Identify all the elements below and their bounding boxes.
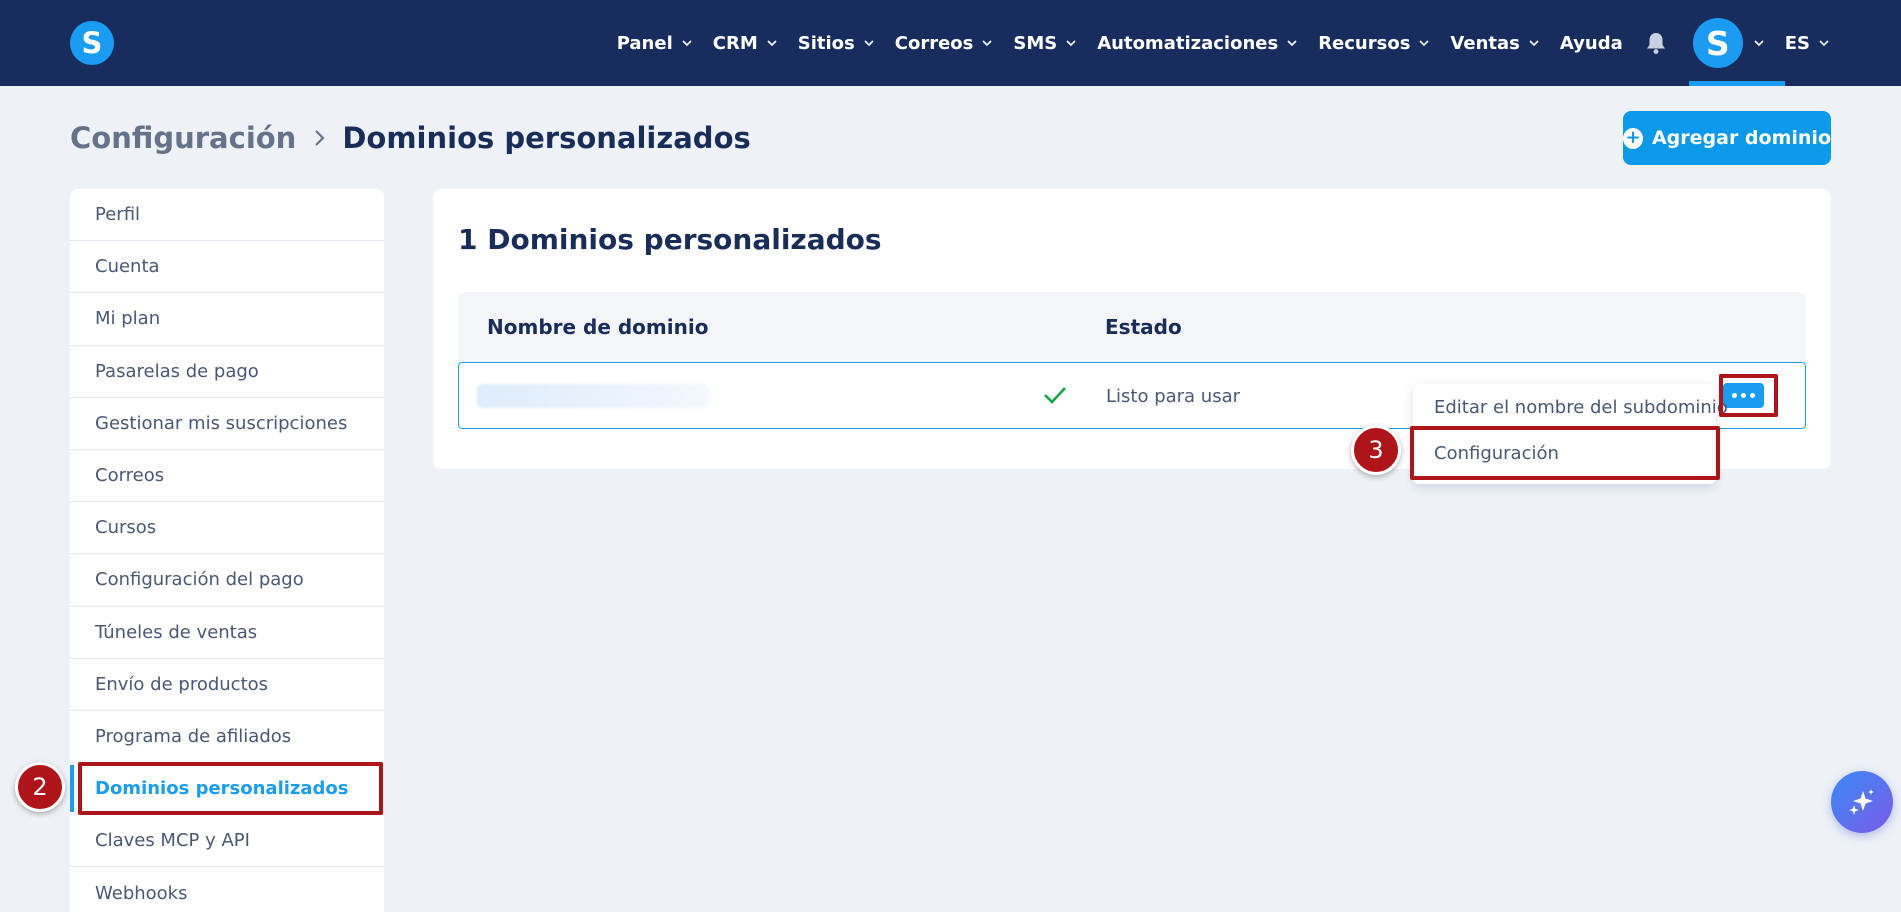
main-menu: Panel CRM Sitios Correos SMS Automatizac…	[596, 0, 1829, 86]
chevron-down-icon	[982, 40, 992, 47]
nav-ayuda-label: Ayuda	[1559, 32, 1623, 54]
chevron-down-icon	[767, 40, 777, 47]
nav-sitios[interactable]: Sitios	[798, 33, 874, 54]
checkmark-icon	[1044, 387, 1066, 404]
sidebar-item-tuneles-de-ventas[interactable]: Túneles de ventas	[70, 607, 384, 659]
add-domain-label: Agregar dominio	[1651, 127, 1831, 149]
chevron-down-icon	[1754, 40, 1764, 47]
nav-panel-label: Panel	[616, 32, 673, 54]
user-menu[interactable]: S	[1688, 0, 1785, 86]
step-badge-2: 2	[15, 762, 65, 812]
chevron-down-icon	[864, 40, 874, 47]
language-selector[interactable]: ES	[1785, 33, 1829, 54]
status-text: Listo para usar	[1106, 386, 1241, 407]
nav-correos[interactable]: Correos	[895, 33, 993, 54]
chevron-down-icon	[682, 40, 692, 47]
sidebar-item-cuenta[interactable]: Cuenta	[70, 241, 384, 294]
nav-ayuda[interactable]: Ayuda	[1560, 33, 1623, 54]
bell-icon[interactable]	[1645, 31, 1667, 55]
nav-sms[interactable]: SMS	[1013, 33, 1076, 54]
sidebar-item-perfil[interactable]: Perfil	[70, 189, 384, 242]
sidebar-item-webhooks[interactable]: Webhooks	[70, 867, 384, 912]
nav-automatizaciones[interactable]: Automatizaciones	[1097, 33, 1297, 54]
language-label: ES	[1784, 32, 1810, 54]
top-nav: S Panel CRM Sitios Correos SMS Automatiz…	[0, 0, 1901, 86]
sparkles-icon	[1849, 789, 1874, 815]
sidebar-item-claves-mcp-api[interactable]: Claves MCP y API	[70, 815, 384, 868]
plus-circle-icon: +	[1623, 127, 1643, 149]
breadcrumb: Configuración Dominios personalizados	[70, 118, 751, 158]
nav-sitios-label: Sitios	[797, 32, 855, 54]
sidebar-item-mi-plan[interactable]: Mi plan	[70, 293, 384, 346]
nav-panel[interactable]: Panel	[617, 33, 692, 54]
nav-recursos-label: Recursos	[1318, 32, 1411, 54]
chevron-down-icon	[1419, 40, 1429, 47]
nav-recursos[interactable]: Recursos	[1318, 33, 1429, 54]
chevron-right-icon	[315, 130, 325, 146]
domain-name-redacted	[477, 384, 709, 408]
column-header-domain: Nombre de dominio	[487, 315, 709, 339]
avatar[interactable]: S	[1692, 18, 1743, 68]
ai-assistant-button[interactable]	[1831, 771, 1893, 833]
highlight-box-menu-item	[1410, 426, 1720, 480]
page-title: Dominios personalizados	[342, 121, 751, 155]
highlight-box-actions	[1719, 374, 1778, 417]
sidebar-item-suscripciones[interactable]: Gestionar mis suscripciones	[70, 398, 384, 450]
add-domain-button[interactable]: + Agregar dominio	[1623, 111, 1831, 165]
nav-correos-label: Correos	[894, 32, 974, 54]
highlight-box-sidebar	[78, 762, 383, 815]
nav-ventas-label: Ventas	[1450, 32, 1520, 54]
sidebar-item-correos[interactable]: Correos	[70, 450, 384, 503]
app-logo[interactable]: S	[70, 21, 114, 65]
breadcrumb-root[interactable]: Configuración	[70, 121, 296, 155]
chevron-down-icon	[1819, 40, 1829, 47]
sidebar-item-pasarelas-de-pago[interactable]: Pasarelas de pago	[70, 346, 384, 398]
step-badge-3: 3	[1351, 425, 1401, 475]
sidebar-item-envio-de-productos[interactable]: Envío de productos	[70, 659, 384, 711]
column-header-status: Estado	[1105, 315, 1182, 339]
active-indicator	[1688, 81, 1785, 86]
chevron-down-icon	[1287, 40, 1297, 47]
nav-automatizaciones-label: Automatizaciones	[1097, 32, 1279, 54]
sidebar-item-programa-de-afiliados[interactable]: Programa de afiliados	[70, 711, 384, 764]
nav-sms-label: SMS	[1013, 32, 1058, 54]
nav-ventas[interactable]: Ventas	[1450, 32, 1539, 54]
chevron-down-icon	[1529, 40, 1539, 47]
table-header: Nombre de dominio Estado	[458, 292, 1806, 362]
sidebar-item-cursos[interactable]: Cursos	[70, 502, 384, 555]
menu-item-edit-subdomain[interactable]: Editar el nombre del subdominio	[1434, 397, 1728, 418]
nav-crm-label: CRM	[712, 32, 758, 54]
nav-crm[interactable]: CRM	[713, 33, 777, 54]
sidebar-item-configuracion-del-pago[interactable]: Configuración del pago	[70, 554, 384, 607]
chevron-down-icon	[1066, 40, 1076, 47]
card-title: 1 Dominios personalizados	[458, 223, 882, 256]
